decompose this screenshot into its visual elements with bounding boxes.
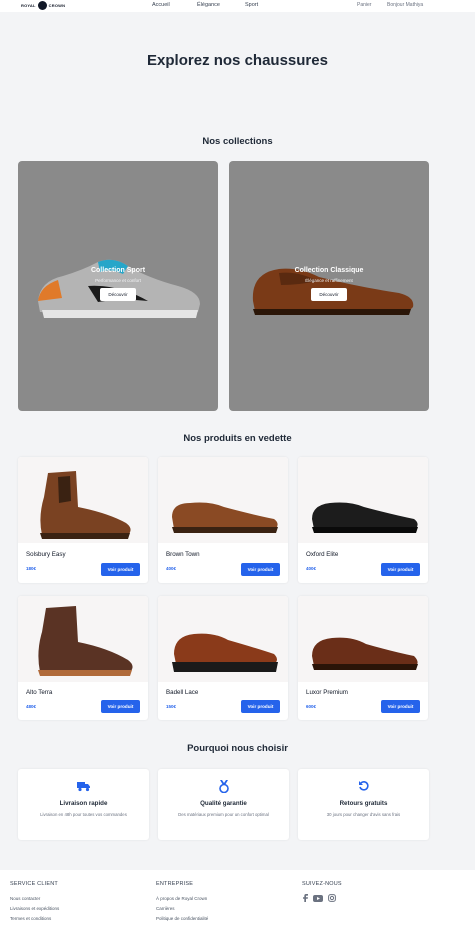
- truck-icon: [18, 780, 149, 792]
- collection-subtitle: Élégance et raffinement: [305, 278, 353, 283]
- product-image: [158, 457, 288, 543]
- product-card[interactable]: Badell Lace 150€ Voir produit: [158, 596, 288, 720]
- footer-column-entreprise: ENTREPRISE À propos de Royal Crown Carri…: [156, 881, 208, 921]
- product-card[interactable]: Solsbury Easy 180€ Voir produit: [18, 457, 148, 583]
- footer-column-title: SERVICE CLIENT: [10, 881, 58, 887]
- product-image: [298, 596, 428, 682]
- product-price: 400€: [166, 566, 177, 571]
- feature-card: Qualité garantie Des matériaux premium p…: [158, 769, 289, 840]
- footer-link-privacy[interactable]: Politique de confidentialité: [156, 916, 208, 921]
- collection-name: Collection Sport: [90, 267, 146, 274]
- return-icon: [298, 780, 429, 792]
- cart-link[interactable]: Panier: [357, 2, 371, 8]
- shoe-image: [172, 633, 278, 672]
- product-price: 180€: [26, 566, 37, 571]
- view-product-button[interactable]: Voir produit: [241, 563, 280, 576]
- discover-button[interactable]: Découvrir: [311, 288, 347, 301]
- nav-link-elegance[interactable]: Élégance: [197, 2, 220, 8]
- nav-link-sport[interactable]: Sport: [245, 2, 258, 8]
- product-name: Badell Lace: [166, 689, 199, 696]
- collection-subtitle: Performance et confort: [95, 278, 141, 283]
- view-product-button[interactable]: Voir produit: [381, 563, 420, 576]
- logo-text-left: ROYAL: [21, 3, 36, 8]
- feature-description: Livraison en 48h pour toutes vos command…: [40, 812, 127, 817]
- feature-card: Retours gratuits 30 jours pour changer d…: [298, 769, 429, 840]
- product-image: [18, 596, 148, 682]
- facebook-icon[interactable]: [302, 894, 308, 902]
- footer-link-about[interactable]: À propos de Royal Crown: [156, 896, 208, 901]
- boot-image: [38, 606, 133, 676]
- product-image: [158, 596, 288, 682]
- product-card[interactable]: Luxor Premium 600€ Voir produit: [298, 596, 428, 720]
- page-title: Explorez nos chaussures: [147, 52, 328, 69]
- navbar: ROYAL CROWN Accueil Élégance Sport Panie…: [0, 0, 475, 12]
- footer-link-contact[interactable]: Nous contacter: [10, 896, 59, 901]
- product-card[interactable]: Brown Town 400€ Voir produit: [158, 457, 288, 583]
- product-name: Brown Town: [166, 551, 200, 558]
- footer: SERVICE CLIENT Nous contacter Livraisons…: [0, 870, 475, 929]
- features-title: Pourquoi nous choisir: [187, 743, 288, 754]
- collections-title: Nos collections: [202, 136, 273, 147]
- footer-link-careers[interactable]: Carrières: [156, 906, 208, 911]
- user-greeting[interactable]: Bonjour Mathiya: [387, 2, 423, 8]
- discover-button[interactable]: Découvrir: [100, 288, 136, 301]
- feature-card: Livraison rapide Livraison en 48h pour t…: [18, 769, 149, 840]
- view-product-button[interactable]: Voir produit: [381, 700, 420, 713]
- logo[interactable]: ROYAL CROWN: [21, 1, 65, 10]
- footer-column-title: SUIVEZ-NOUS: [302, 881, 342, 887]
- product-price: 400€: [306, 566, 317, 571]
- medal-icon: [158, 780, 289, 793]
- products-title: Nos produits en vedette: [183, 433, 292, 444]
- product-price: 480€: [26, 704, 37, 709]
- collection-name: Collection Classique: [294, 267, 364, 274]
- oxford-image: [312, 502, 418, 533]
- product-name: Solsbury Easy: [26, 551, 66, 558]
- product-price: 600€: [306, 704, 317, 709]
- product-name: Luxor Premium: [306, 689, 348, 696]
- footer-link-terms[interactable]: Termes et conditions: [10, 916, 59, 921]
- logo-text-right: CROWN: [48, 3, 66, 8]
- collection-overlay: Collection Sport Performance et confort …: [18, 267, 218, 301]
- feature-title: Livraison rapide: [59, 800, 108, 807]
- view-product-button[interactable]: Voir produit: [101, 700, 140, 713]
- view-product-button[interactable]: Voir produit: [241, 700, 280, 713]
- crown-icon: [37, 1, 47, 10]
- collection-card-classique[interactable]: Collection Classique Élégance et raffine…: [229, 161, 429, 411]
- feature-title: Retours gratuits: [339, 800, 388, 807]
- product-card[interactable]: Oxford Elite 400€ Voir produit: [298, 457, 428, 583]
- nav-link-accueil[interactable]: Accueil: [152, 2, 170, 8]
- collection-overlay: Collection Classique Élégance et raffine…: [229, 267, 429, 301]
- product-image: [298, 457, 428, 543]
- feature-description: 30 jours pour changer d'avis sans frais: [326, 812, 401, 817]
- feature-description: Des matériaux premium pour un confort op…: [178, 812, 269, 817]
- social-icons: [302, 894, 342, 902]
- feature-title: Qualité garantie: [200, 800, 247, 807]
- product-price: 150€: [166, 704, 177, 709]
- boot-image: [40, 471, 131, 539]
- instagram-icon[interactable]: [328, 894, 336, 902]
- footer-link-shipping[interactable]: Livraisons et expéditions: [10, 906, 59, 911]
- footer-column-social: SUIVEZ-NOUS: [302, 881, 342, 902]
- view-product-button[interactable]: Voir produit: [101, 563, 140, 576]
- shoe-image: [172, 502, 278, 533]
- footer-column-title: ENTREPRISE: [156, 881, 194, 887]
- brogue-image: [312, 637, 418, 670]
- product-card[interactable]: Alto Terra 480€ Voir produit: [18, 596, 148, 720]
- collection-card-sport[interactable]: Collection Sport Performance et confort …: [18, 161, 218, 411]
- footer-column-service: SERVICE CLIENT Nous contacter Livraisons…: [10, 881, 59, 921]
- product-name: Oxford Elite: [306, 551, 339, 558]
- product-image: [18, 457, 148, 543]
- youtube-icon[interactable]: [313, 894, 323, 902]
- product-name: Alto Terra: [26, 689, 53, 696]
